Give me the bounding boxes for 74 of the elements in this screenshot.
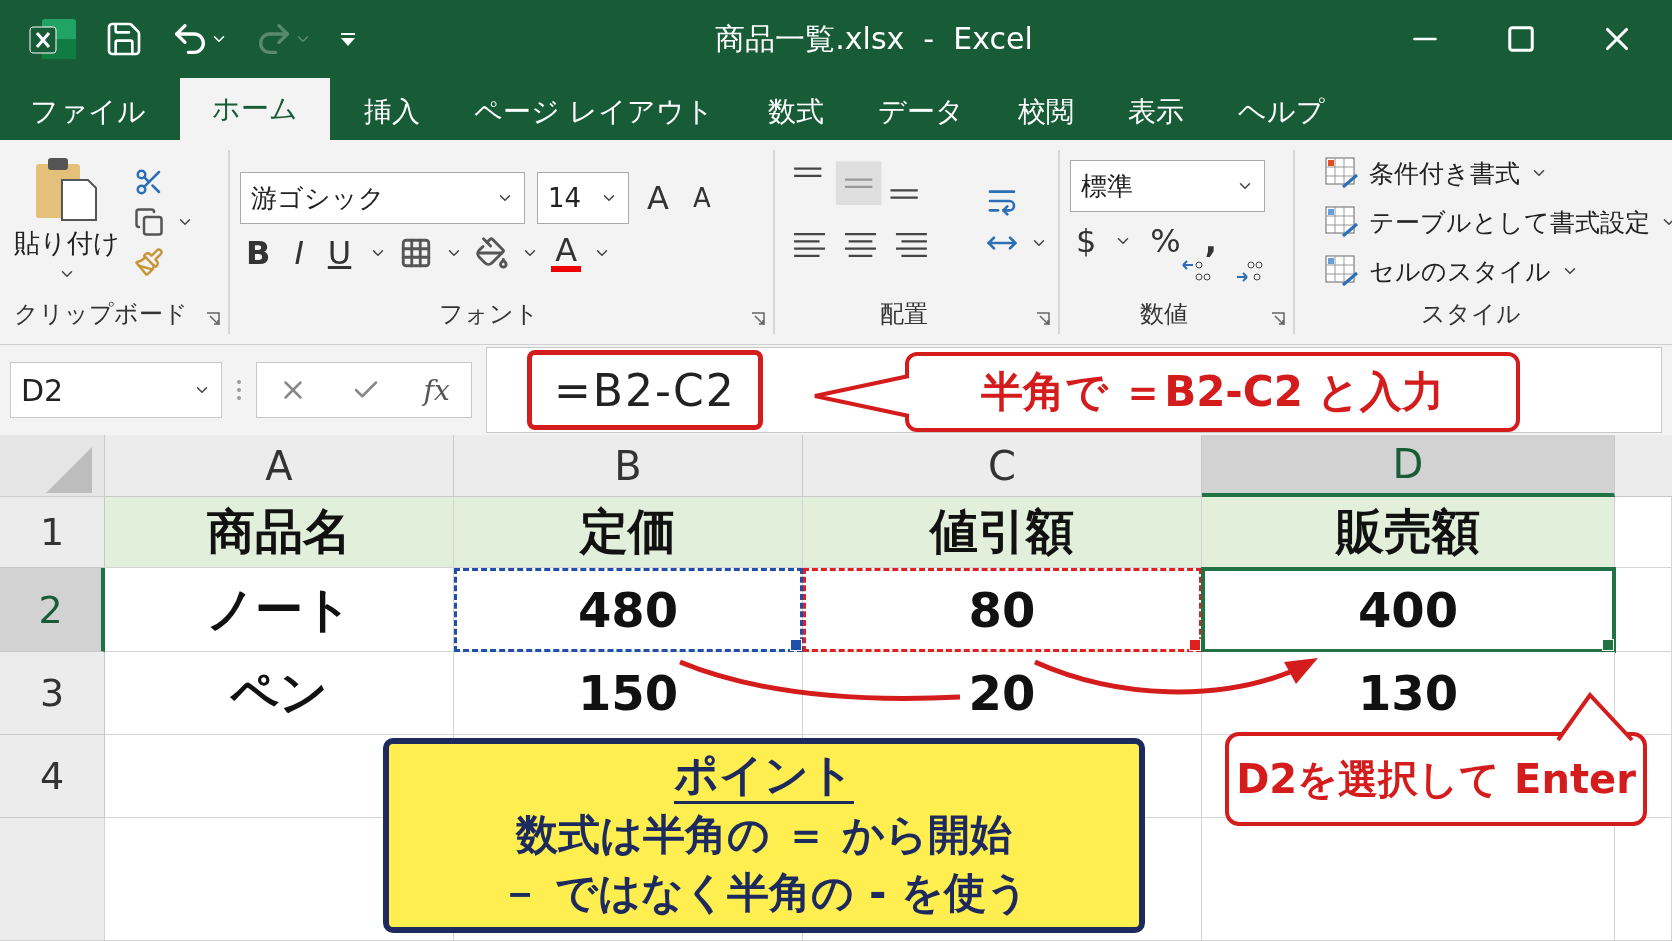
grow-font-button[interactable]: A — [641, 179, 675, 217]
name-box[interactable]: D2 — [10, 362, 222, 418]
column-header[interactable]: C — [803, 435, 1202, 497]
style-menu-button[interactable]: セルのスタイル — [1325, 254, 1672, 288]
note-text: 数式は半角の ＝ から開始 — [516, 808, 1012, 861]
bold-button[interactable]: B — [240, 234, 277, 272]
table-cell[interactable]: 定価 — [454, 497, 803, 568]
table-cell[interactable]: 販売額 — [1202, 497, 1615, 568]
table-format-icon — [1325, 255, 1359, 287]
shrink-font-button[interactable]: A — [686, 183, 717, 213]
dialog-launcher-icon[interactable] — [1271, 312, 1285, 326]
range-handle[interactable] — [790, 639, 802, 651]
table-cell[interactable]: 400 — [1202, 568, 1615, 652]
currency-button[interactable]: $ — [1070, 222, 1103, 260]
increase-decimal-icon[interactable] — [1181, 258, 1211, 284]
group-label: スタイル — [1419, 299, 1522, 330]
ribbon-tab[interactable]: 校閲 — [997, 84, 1094, 140]
percent-button[interactable]: % — [1144, 222, 1187, 260]
triangle-icon — [44, 445, 94, 495]
font-color-button[interactable]: A — [551, 234, 582, 272]
insert-function-button[interactable]: fx — [423, 373, 450, 407]
group-label: 数値 — [1138, 299, 1189, 330]
maximize-icon[interactable] — [1506, 24, 1536, 54]
fill-handle[interactable] — [1602, 639, 1614, 651]
row-header[interactable]: 2 — [0, 568, 105, 652]
group-label: クリップボード — [13, 299, 189, 330]
group-label: フォント — [437, 299, 540, 330]
table-cell[interactable]: 値引額 — [803, 497, 1202, 568]
group-label: 配置 — [878, 299, 929, 330]
comma-button[interactable]: , — [1198, 222, 1223, 260]
table-cell[interactable]: 150 — [454, 652, 803, 735]
note-text: － ではなく半角の - を使う — [498, 867, 1030, 920]
table-cell[interactable]: ペン — [105, 652, 454, 735]
paste-button[interactable]: 貼り付け — [10, 150, 124, 294]
row-header[interactable]: 3 — [0, 652, 105, 735]
ribbon-tab[interactable]: 表示 — [1107, 84, 1204, 140]
table-cell[interactable]: 商品名 — [105, 497, 454, 568]
ribbon-tab[interactable]: 数式 — [747, 84, 844, 140]
column-header[interactable]: A — [105, 435, 454, 497]
column-header[interactable]: B — [454, 435, 803, 497]
row-header[interactable]: 1 — [0, 497, 105, 568]
font-name-dropdown[interactable]: 游ゴシック — [240, 172, 525, 224]
row-header[interactable]: 4 — [0, 735, 105, 818]
style-menu-button[interactable]: テーブルとして書式設定 — [1325, 205, 1672, 239]
table-cell[interactable]: 480 — [454, 568, 803, 652]
table-format-icon — [1325, 157, 1359, 189]
table-cell[interactable]: 20 — [803, 652, 1202, 735]
window-title: 商品一覧.xlsx - Excel — [714, 19, 1034, 58]
underline-button[interactable]: U — [321, 234, 358, 272]
note-title: ポイント — [674, 750, 854, 804]
column-header[interactable]: D — [1202, 435, 1615, 497]
number-format-dropdown[interactable]: 標準 — [1070, 160, 1265, 212]
dialog-launcher-icon[interactable] — [206, 312, 220, 326]
grip-icon — [236, 379, 242, 401]
ribbon-tab[interactable]: データ — [857, 84, 984, 140]
ribbon-tab[interactable]: ホーム — [180, 78, 330, 140]
ribbon-tab[interactable]: ページ レイアウト — [454, 84, 734, 140]
copy-icon[interactable] — [134, 207, 164, 237]
ribbon-tab[interactable]: 挿入 — [344, 84, 440, 140]
italic-button[interactable]: I — [288, 234, 310, 272]
range-handle[interactable] — [1189, 639, 1201, 651]
style-menu-button[interactable]: 条件付き書式 — [1325, 156, 1672, 190]
formula-text: =B2-C2 — [527, 350, 763, 430]
dialog-launcher-icon[interactable] — [751, 312, 765, 326]
decrease-decimal-icon[interactable] — [1235, 258, 1265, 284]
font-size-dropdown[interactable]: 14 — [537, 172, 629, 224]
ribbon-tab[interactable]: ファイル — [10, 84, 166, 140]
excel-logo-icon — [28, 17, 78, 61]
fill-color-icon[interactable] — [475, 236, 510, 270]
table-format-icon — [1325, 206, 1359, 238]
dialog-launcher-icon[interactable] — [1036, 312, 1050, 326]
table-cell[interactable]: ノート — [105, 568, 454, 652]
ribbon-tab[interactable]: ヘルプ — [1217, 84, 1345, 140]
table-cell[interactable]: 80 — [803, 568, 1202, 652]
